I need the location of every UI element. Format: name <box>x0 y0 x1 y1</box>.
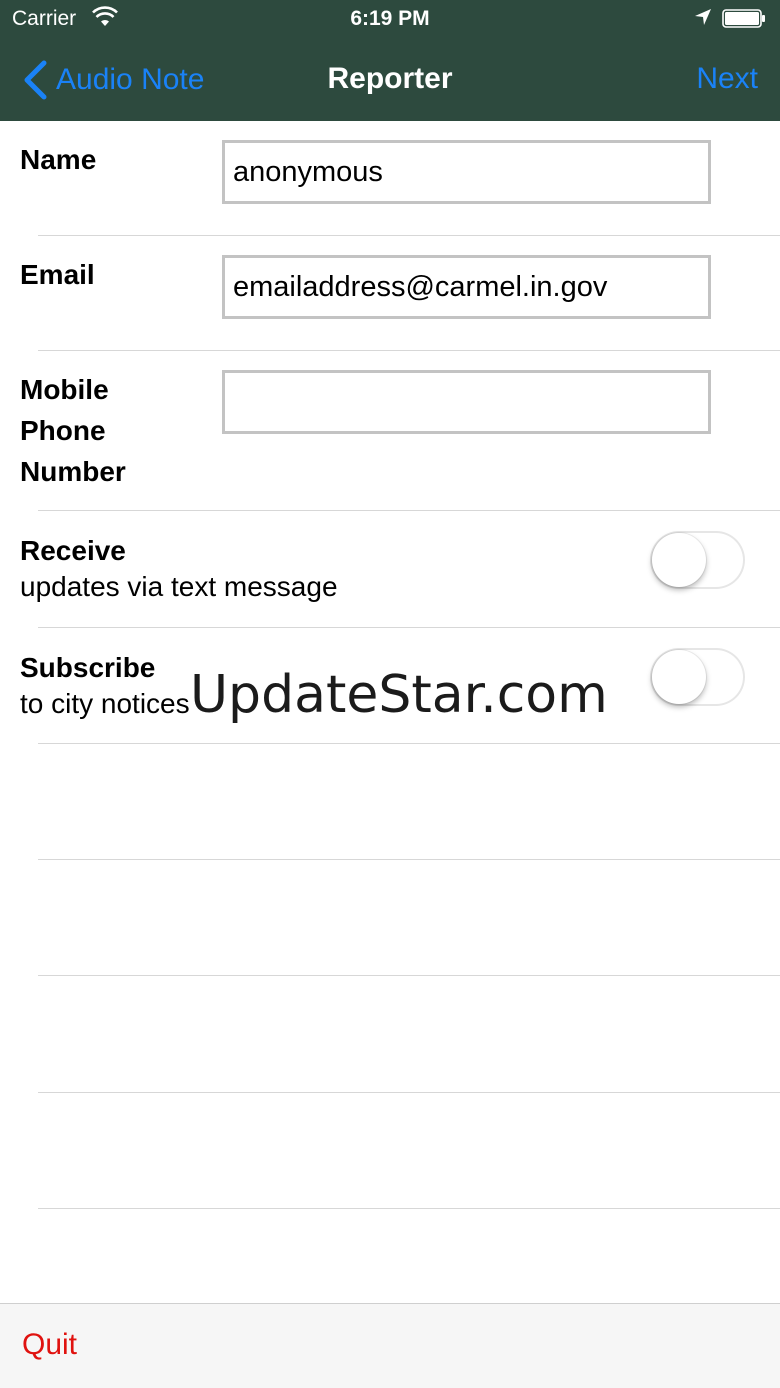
subscribe-sublabel: to city notices <box>20 688 190 719</box>
name-input[interactable] <box>222 140 711 204</box>
next-button[interactable]: Next <box>696 62 758 96</box>
receive-updates-row: Receive updates via text message <box>0 511 780 628</box>
clock: 6:19 PM <box>350 7 430 30</box>
quit-button[interactable]: Quit <box>22 1328 77 1362</box>
email-label: Email <box>20 259 95 290</box>
bottom-toolbar: Quit <box>0 1303 780 1388</box>
empty-row <box>0 1093 780 1209</box>
subscribe-label: Subscribe <box>20 652 156 683</box>
watermark-text: UpdateStar.com <box>190 665 608 725</box>
receive-label: Receive <box>20 535 126 566</box>
empty-row <box>0 744 780 860</box>
page-title: Reporter <box>327 62 453 95</box>
mobile-label-line2: Phone <box>20 415 106 446</box>
mobile-phone-input[interactable] <box>222 370 711 434</box>
subscribe-toggle[interactable] <box>650 648 745 706</box>
receive-updates-toggle[interactable] <box>650 531 745 589</box>
empty-row <box>0 976 780 1093</box>
mobile-label: Mobile Phone Number <box>20 369 126 492</box>
toggle-knob <box>652 533 706 587</box>
mobile-label-line1: Mobile <box>20 374 109 405</box>
nav-bar: Audio Note Reporter Next <box>0 40 780 121</box>
mobile-row: Mobile Phone Number <box>0 351 780 511</box>
battery-icon <box>722 9 765 28</box>
name-label: Name <box>20 144 97 175</box>
location-arrow-icon <box>695 9 711 25</box>
navigation-header: Carrier 6:19 PM Audio Note Reporter Next <box>0 0 780 121</box>
toggle-knob <box>652 650 706 704</box>
name-row: Name <box>0 121 780 236</box>
mobile-label-line3: Number <box>20 456 126 487</box>
email-row: Email <box>0 236 780 351</box>
email-input[interactable] <box>222 255 711 319</box>
status-bar: Carrier 6:19 PM <box>0 0 780 40</box>
divider <box>38 1208 780 1209</box>
receive-sublabel: updates via text message <box>20 571 338 602</box>
empty-row <box>0 860 780 976</box>
